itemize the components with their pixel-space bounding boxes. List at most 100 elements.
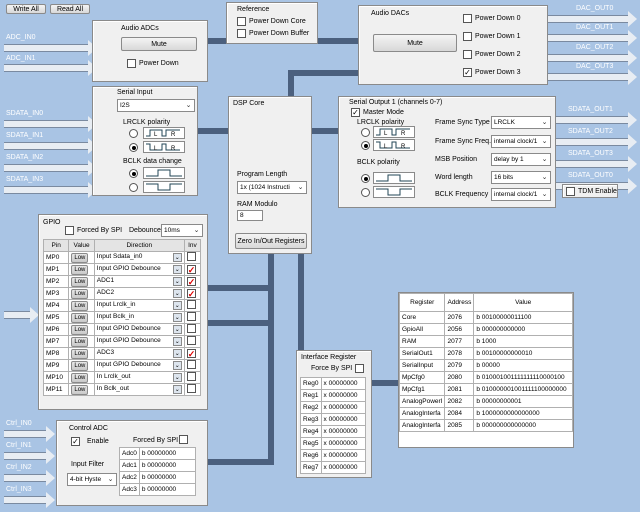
gpio-direction[interactable]: Input GPIO Debounce [97, 325, 161, 332]
iface-reg-value[interactable]: x 00000000 [320, 401, 366, 414]
gpio-inv-checkbox[interactable]: ✓ [186, 288, 196, 298]
dac-mute-button[interactable]: Mute [373, 34, 457, 52]
chevron-down-icon[interactable]: ⌄ [172, 373, 182, 382]
adc-reg-value[interactable]: b 00000000 [138, 447, 196, 460]
power-down-buffer-checkbox[interactable] [237, 29, 246, 38]
chevron-down-icon[interactable]: ⌄ [172, 337, 182, 346]
gpio-direction[interactable]: ADC3 [97, 349, 114, 356]
tdm-enable-checkbox[interactable] [566, 187, 575, 196]
gpio-direction[interactable]: In Lrclk_out [97, 373, 131, 380]
gpio-inv-checkbox[interactable] [186, 336, 196, 345]
gpio-inv-checkbox[interactable]: ✓ [186, 348, 196, 358]
chevron-down-icon[interactable]: ⌄ [172, 385, 182, 394]
table-row[interactable]: SerialOut1 2078 b 00100000000010 [398, 347, 573, 360]
chevron-down-icon[interactable]: ⌄ [172, 313, 182, 322]
table-row[interactable]: Core 2076 b 00100000011100 [398, 311, 573, 324]
iface-reg-value[interactable]: x 00000000 [320, 425, 366, 438]
gpio-forced-by-spi-checkbox[interactable] [65, 226, 74, 235]
chevron-down-icon[interactable]: ⌄ [172, 349, 182, 358]
bclk-frequency-select[interactable]: internal clock/1 ⌄ [491, 188, 551, 201]
table-row[interactable]: SerialInput 2079 b 00000 [398, 359, 573, 372]
so-lrclk-radio-a[interactable] [361, 128, 370, 137]
frame-sync-freq-select[interactable]: internal clock/1 ⌄ [491, 135, 551, 148]
dac-power-down-3-checkbox[interactable]: ✓ [463, 68, 472, 77]
adc-reg-value[interactable]: b 00000000 [138, 483, 196, 496]
gpio-value-button[interactable]: Low [71, 252, 89, 263]
gpio-inv-checkbox[interactable] [186, 252, 196, 261]
gpio-value-button[interactable]: Low [71, 312, 89, 323]
table-row[interactable]: RAM 2077 b 1000 [398, 335, 573, 348]
dac-power-down-2-checkbox[interactable] [463, 50, 472, 59]
gpio-direction[interactable]: ADC2 [97, 289, 114, 296]
gpio-inv-checkbox[interactable]: ✓ [186, 276, 196, 286]
adc-reg-value[interactable]: b 00000000 [138, 471, 196, 484]
dac-power-down-1-checkbox[interactable] [463, 32, 472, 41]
gpio-inv-checkbox[interactable]: ✓ [186, 264, 196, 274]
table-row[interactable]: MpCfg0 2080 b 010001001111111110000100 [398, 371, 573, 384]
iface-reg-value[interactable]: x 00000000 [320, 389, 366, 402]
gpio-value-button[interactable]: Low [71, 360, 89, 371]
gpio-value-button[interactable]: Low [71, 324, 89, 335]
gpio-value-button[interactable]: Low [71, 384, 89, 395]
table-row[interactable]: GpioAll 2056 b 000000000000 [398, 323, 573, 336]
force-by-spi-checkbox[interactable] [355, 364, 364, 373]
adc-reg-value[interactable]: b 00000000 [138, 459, 196, 472]
lrclk-polarity-radio-a[interactable] [129, 129, 138, 138]
chevron-down-icon[interactable]: ⌄ [172, 253, 182, 262]
table-row[interactable]: AnalogPowerI 2082 b 00000000001 [398, 395, 573, 408]
gpio-value-button[interactable]: Low [71, 276, 89, 287]
gpio-direction[interactable]: Input Lrclk_in [97, 301, 136, 308]
lrclk-polarity-radio-b[interactable] [129, 143, 138, 152]
so-bclk-radio-a[interactable] [361, 174, 370, 183]
chevron-down-icon[interactable]: ⌄ [172, 277, 182, 286]
serial-input-format-select[interactable]: I2S ⌄ [117, 99, 195, 112]
gpio-inv-checkbox[interactable] [186, 360, 196, 369]
bclk-change-radio-b[interactable] [129, 183, 138, 192]
gpio-direction[interactable]: In Bclk_out [97, 385, 129, 392]
bclk-change-radio-a[interactable] [129, 169, 138, 178]
so-bclk-radio-b[interactable] [361, 188, 370, 197]
gpio-inv-checkbox[interactable] [186, 300, 196, 309]
gpio-direction[interactable]: Input GPIO Debounce [97, 337, 161, 344]
power-down-core-checkbox[interactable] [237, 17, 246, 26]
dac-power-down-0-checkbox[interactable] [463, 14, 472, 23]
chevron-down-icon[interactable]: ⌄ [172, 361, 182, 370]
adc-power-down-checkbox[interactable] [127, 59, 136, 68]
word-length-select[interactable]: 16 bits ⌄ [491, 171, 551, 184]
table-row[interactable]: AnalogInterfa 2085 b 000000000000000 [398, 419, 573, 432]
read-all-button[interactable]: Read All [50, 4, 90, 14]
gpio-value-button[interactable]: Low [71, 372, 89, 383]
debounce-select[interactable]: 10ms ⌄ [161, 224, 203, 237]
adc-mute-button[interactable]: Mute [121, 37, 197, 51]
zero-registers-button[interactable]: Zero In/Out Registers [235, 233, 307, 249]
iface-reg-value[interactable]: x 00000000 [320, 449, 366, 462]
control-adc-enable-checkbox[interactable]: ✓ [71, 437, 80, 446]
iface-reg-value[interactable]: x 00000000 [320, 461, 366, 474]
iface-reg-value[interactable]: x 00000000 [320, 413, 366, 426]
gpio-inv-checkbox[interactable] [186, 372, 196, 381]
table-row[interactable]: AnalogInterfa 2084 b 1000000000000000 [398, 407, 573, 420]
gpio-value-button[interactable]: Low [71, 336, 89, 347]
frame-sync-type-select[interactable]: LRCLK ⌄ [491, 116, 551, 129]
gpio-direction[interactable]: Input GPIO Debounce [97, 265, 161, 272]
gpio-direction[interactable]: ADC1 [97, 277, 114, 284]
master-mode-checkbox[interactable]: ✓ [351, 108, 360, 117]
so-lrclk-radio-b[interactable] [361, 141, 370, 150]
write-all-button[interactable]: Write All [6, 4, 46, 14]
gpio-inv-checkbox[interactable] [186, 384, 196, 393]
ram-modulo-stepper[interactable]: 8 [237, 210, 263, 221]
gpio-value-button[interactable]: Low [71, 300, 89, 311]
gpio-value-button[interactable]: Low [71, 264, 89, 275]
gpio-direction[interactable]: Input Bclk_in [97, 313, 134, 320]
gpio-value-button[interactable]: Low [71, 348, 89, 359]
chevron-down-icon[interactable]: ⌄ [172, 301, 182, 310]
control-adc-forced-checkbox[interactable] [179, 435, 188, 444]
iface-reg-value[interactable]: x 00000000 [320, 437, 366, 450]
table-row[interactable]: MpCfg1 2081 b 010000001001111100000000 [398, 383, 573, 396]
chevron-down-icon[interactable]: ⌄ [172, 289, 182, 298]
chevron-down-icon[interactable]: ⌄ [172, 265, 182, 274]
program-length-select[interactable]: 1x (1024 Instructi ⌄ [237, 181, 307, 194]
gpio-direction[interactable]: Input Sdata_in0 [97, 253, 143, 260]
gpio-value-button[interactable]: Low [71, 288, 89, 299]
input-filter-select[interactable]: 4-bit Hyste ⌄ [67, 473, 117, 486]
